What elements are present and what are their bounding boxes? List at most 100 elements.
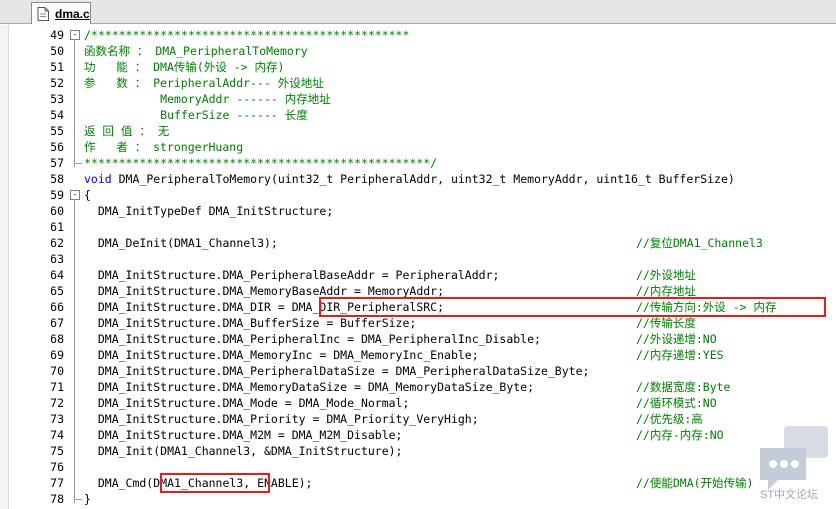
- fold-guide-end: [74, 499, 82, 500]
- code-content: BufferSize ------ 长度: [84, 108, 308, 122]
- code-text: DMA_InitStructure.DMA_PeripheralBaseAddr…: [84, 267, 500, 283]
- line-number: 71: [50, 380, 64, 394]
- code-content: DMA_DeInit(DMA1_Channel3);: [84, 236, 278, 250]
- code-line: 51 功 能 ： DMA传输(外设 -> 内存): [0, 59, 836, 75]
- line-number: 74: [50, 428, 64, 442]
- code-line: 63: [0, 251, 836, 267]
- fold-guide-end: [74, 163, 82, 164]
- fold-guide: [74, 39, 75, 167]
- code-content: DMA_InitStructure.DMA_BufferSize = Buffe…: [84, 316, 417, 330]
- code-text: DMA_Init(DMA1_Channel3, &DMA_InitStructu…: [84, 443, 403, 459]
- code-text: DMA_InitStructure.DMA_M2M = DMA_M2M_Disa…: [84, 427, 403, 443]
- code-line: 54 BufferSize ------ 长度: [0, 107, 836, 123]
- code-content: DMA_InitStructure.DMA_PeripheralInc = DM…: [84, 332, 541, 346]
- code-text: DMA_DeInit(DMA1_Channel3);: [84, 235, 278, 251]
- line-number: 67: [50, 316, 64, 330]
- line-number: 68: [50, 332, 64, 346]
- code-text: 函数名称 ： DMA_PeripheralToMemory: [84, 43, 308, 59]
- code-line: 50 函数名称 ： DMA_PeripheralToMemory: [0, 43, 836, 59]
- code-content: }: [84, 492, 91, 506]
- code-content: DMA_InitStructure.DMA_MemoryDataSize = D…: [84, 380, 535, 394]
- code-text: 参 数 ： PeripheralAddr--- 外设地址: [84, 75, 324, 91]
- line-number: 50: [50, 44, 64, 58]
- code-line: 67 DMA_InitStructure.DMA_BufferSize = Bu…: [0, 315, 836, 331]
- line-number: 61: [50, 220, 64, 234]
- line-number: 56: [50, 140, 64, 154]
- code-line: 59-{: [0, 187, 836, 203]
- code-text: ****************************************…: [84, 155, 437, 171]
- code-line: 71 DMA_InitStructure.DMA_MemoryDataSize …: [0, 379, 836, 395]
- code-line: 76: [0, 459, 836, 475]
- code-content: DMA_InitStructure.DMA_Priority = DMA_Pri…: [84, 412, 479, 426]
- fold-toggle-icon[interactable]: -: [70, 190, 80, 200]
- code-content: DMA_InitStructure.DMA_MemoryBaseAddr = M…: [84, 284, 445, 298]
- code-comment: //优先级:高: [636, 412, 703, 426]
- code-content: ****************************************…: [84, 156, 438, 170]
- code-content: DMA_InitStructure.DMA_M2M = DMA_M2M_Disa…: [84, 428, 403, 442]
- line-number: 52: [50, 76, 64, 90]
- code-text: void DMA_PeripheralToMemory(uint32_t Per…: [84, 171, 735, 187]
- code-text: DMA_InitStructure.DMA_PeripheralDataSize…: [84, 363, 590, 379]
- line-number: 55: [50, 124, 64, 138]
- code-line: 55 返 回 值 ： 无: [0, 123, 836, 139]
- code-content: MemoryAddr ------ 内存地址: [84, 92, 331, 106]
- code-line: 75 DMA_Init(DMA1_Channel3, &DMA_InitStru…: [0, 443, 836, 459]
- code-text: /***************************************…: [84, 27, 409, 43]
- code-text: }: [84, 491, 91, 507]
- highlight-box-dir: [319, 297, 826, 317]
- code-comment: //使能DMA(开始传输): [636, 476, 754, 490]
- code-content: DMA_PeripheralToMemory(uint32_t Peripher…: [111, 172, 735, 186]
- line-number: 60: [50, 204, 64, 218]
- code-content: 返 回 值 ： 无: [84, 124, 170, 138]
- code-text: 作 者 ： strongerHuang: [84, 139, 243, 155]
- code-line: 60 DMA_InitTypeDef DMA_InitStructure;: [0, 203, 836, 219]
- code-comment: //复位DMA1_Channel3: [636, 236, 763, 250]
- line-number: 54: [50, 108, 64, 122]
- keyword: void: [84, 172, 112, 186]
- code-content: DMA_InitStructure.DMA_PeripheralDataSize…: [84, 364, 590, 378]
- line-number: 49: [50, 28, 64, 42]
- code-text: DMA_InitStructure.DMA_BufferSize = Buffe…: [84, 315, 417, 331]
- code-line: 78}: [0, 491, 836, 507]
- line-number: 53: [50, 92, 64, 106]
- line-number: 69: [50, 348, 64, 362]
- code-content: 函数名称 ： DMA_PeripheralToMemory: [84, 44, 308, 58]
- line-number: 75: [50, 444, 64, 458]
- code-line: 72 DMA_InitStructure.DMA_Mode = DMA_Mode…: [0, 395, 836, 411]
- code-line: 64 DMA_InitStructure.DMA_PeripheralBaseA…: [0, 267, 836, 283]
- fold-toggle-icon[interactable]: -: [70, 30, 80, 40]
- code-comment: //内存递增:YES: [636, 348, 724, 362]
- code-comment: //数据宽度:Byte: [636, 380, 731, 394]
- code-text: BufferSize ------ 长度: [84, 107, 308, 123]
- code-content: DMA_InitStructure.DMA_PeripheralBaseAddr…: [84, 268, 500, 282]
- file-icon: [37, 6, 49, 21]
- line-number: 70: [50, 364, 64, 378]
- line-number: 51: [50, 60, 64, 74]
- code-line: 73 DMA_InitStructure.DMA_Priority = DMA_…: [0, 411, 836, 427]
- line-number: 63: [50, 252, 64, 266]
- code-line: 56 作 者 ： strongerHuang: [0, 139, 836, 155]
- code-text: DMA_InitStructure.DMA_MemoryInc = DMA_Me…: [84, 347, 479, 363]
- tab-dma-c[interactable]: dma.c: [31, 2, 91, 24]
- line-number: 72: [50, 396, 64, 410]
- code-text: DMA_InitStructure.DMA_PeripheralInc = DM…: [84, 331, 541, 347]
- line-number: 76: [50, 460, 64, 474]
- line-number: 57: [50, 156, 64, 170]
- code-content: /***************************************…: [84, 28, 410, 42]
- code-line: 58 void DMA_PeripheralToMemory(uint32_t P…: [0, 171, 836, 187]
- code-comment: //循环模式:NO: [636, 396, 717, 410]
- code-content: DMA_InitStructure.DMA_Mode = DMA_Mode_No…: [84, 396, 410, 410]
- code-line: 52 参 数 ： PeripheralAddr--- 外设地址: [0, 75, 836, 91]
- line-number: 62: [50, 236, 64, 250]
- code-line: 69 DMA_InitStructure.DMA_MemoryInc = DMA…: [0, 347, 836, 363]
- code-line: 49-/************************************…: [0, 27, 836, 43]
- code-text: DMA_InitStructure.DMA_Mode = DMA_Mode_No…: [84, 395, 410, 411]
- code-comment: //内存-内存:NO: [636, 428, 724, 442]
- code-text: DMA_InitStructure.DMA_MemoryDataSize = D…: [84, 379, 534, 395]
- code-content: 作 者 ： strongerHuang: [84, 140, 244, 154]
- code-text: 功 能 ： DMA传输(外设 -> 内存): [84, 59, 284, 75]
- line-number: 77: [50, 476, 64, 490]
- code-editor[interactable]: 49-/************************************…: [0, 25, 836, 509]
- code-text: DMA_InitStructure.DMA_Priority = DMA_Pri…: [84, 411, 479, 427]
- code-content: {: [84, 188, 91, 202]
